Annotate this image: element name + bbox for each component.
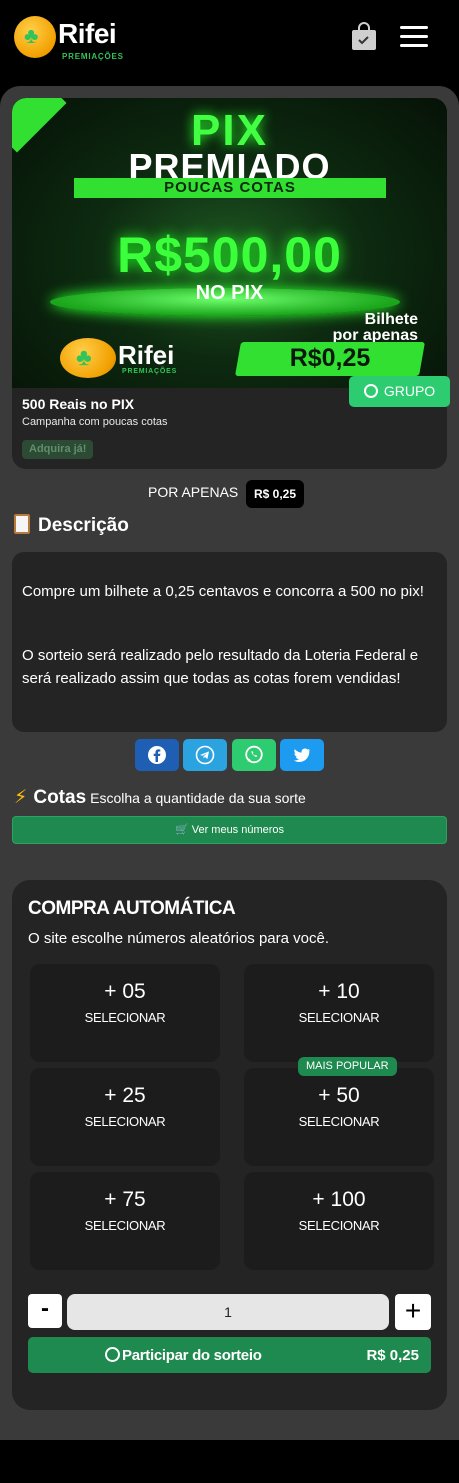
cotas-heading-text: Cotas [33,787,87,808]
price-badge: R$ 0,25 [246,480,305,508]
twitter-icon [293,748,310,762]
description-heading-text: Descrição [38,515,129,536]
option-select-label: SELECIONAR [298,1114,380,1129]
banner-bilhete: Bilhete por apenas [278,312,418,344]
cart-icon: 🛒 [174,824,189,836]
option-amount: + 25 [104,1084,146,1107]
cotas-subtitle: Escolha a quantidade da sua sorte [90,790,306,806]
view-my-numbers-label: Ver meus números [191,824,285,836]
logo[interactable]: ♣ Rifei PREMIAÇÕES [14,14,124,70]
description-box: Compre um bilhete a 0,25 centavos e conc… [12,552,447,732]
logo-name: Rifei [58,18,117,49]
option-amount: + 100 [312,1188,366,1211]
description-paragraph-2: O sorteio será realizado pelo resultado … [22,647,419,687]
price-label: POR APENAS [148,484,239,500]
option-select-label: SELECIONAR [84,1010,166,1025]
whatsapp-icon [245,745,263,764]
cotas-heading: ⚡ Cotas Escolha a quantidade da sua sorte [14,786,306,809]
grupo-label: GRUPO [383,383,436,399]
banner-poucas-cotas: POUCAS COTAS [74,178,386,198]
option-select-label: SELECIONAR [84,1114,166,1129]
share-facebook-button[interactable] [135,739,179,771]
campaign-title: 500 Reais no PIX [22,396,135,412]
campaign-card[interactable]: PIX PREMIADO POUCAS COTAS R$500,00 NO PI… [12,98,447,469]
share-telegram-button[interactable] [183,739,227,771]
auto-purchase-panel: COMPRA AUTOMÁTICA O site escolhe números… [12,880,447,1410]
quantity-option-05[interactable]: + 05 SELECIONAR [30,964,220,1062]
whatsapp-group-button[interactable]: GRUPO [349,376,450,407]
auto-purchase-title: COMPRA AUTOMÁTICA [28,898,236,919]
banner-logo-subtitle: PREMIAÇÕES [122,368,178,375]
quantity-option-10[interactable]: + 10 SELECIONAR [244,964,434,1062]
option-amount: + 05 [104,980,146,1003]
quantity-input[interactable] [67,1294,389,1330]
quantity-option-100[interactable]: + 100 SELECIONAR [244,1172,434,1270]
campaign-status-badge: Adquira já! [22,440,94,459]
banner-clover-coin-icon: ♣ [60,338,116,378]
participate-button[interactable]: Participar do sorteio R$ 0,25 [28,1337,431,1373]
description-heading: Descrição [14,514,129,537]
campaign-banner[interactable]: PIX PREMIADO POUCAS COTAS R$500,00 NO PI… [12,98,447,388]
quantity-option-25[interactable]: + 25 SELECIONAR [30,1068,220,1166]
share-whatsapp-button[interactable] [232,739,276,771]
lightning-icon: ⚡ [14,787,28,808]
header: ♣ Rifei PREMIAÇÕES [0,0,459,86]
banner-no-pix: NO PIX [195,282,264,304]
campaign-subtitle: Campanha com poucas cotas [22,416,168,428]
quantity-option-75[interactable]: + 75 SELECIONAR [30,1172,220,1270]
share-twitter-button[interactable] [280,739,324,771]
main-content: PIX PREMIADO POUCAS COTAS R$500,00 NO PI… [0,86,459,1440]
most-popular-badge: MAIS POPULAR [298,1057,397,1076]
quantity-plus-button[interactable]: + [395,1294,431,1330]
shopping-bag-check-icon[interactable] [350,22,378,50]
option-amount: + 10 [318,980,360,1003]
view-my-numbers-button[interactable]: 🛒 Ver meus números [12,816,447,844]
option-amount: + 50 [318,1084,360,1107]
clipboard-icon [14,514,30,534]
option-select-label: SELECIONAR [84,1218,166,1233]
banner-prize-value: R$500,00 [117,227,342,283]
check-circle-icon [105,1347,120,1362]
participate-label: Participar do sorteio [122,1347,262,1364]
quantity-minus-button[interactable]: - [28,1294,62,1328]
logo-subtitle: PREMIAÇÕES [62,52,124,61]
banner-bilhete-line1: Bilhete [364,311,418,328]
option-select-label: SELECIONAR [298,1218,380,1233]
clover-coin-icon: ♣ [14,16,56,58]
option-amount: + 75 [104,1188,146,1211]
quantity-option-50[interactable]: + 50 SELECIONAR [244,1068,434,1166]
facebook-icon [148,746,166,764]
participate-total: R$ 0,25 [366,1347,419,1364]
option-select-label: SELECIONAR [298,1010,380,1025]
description-paragraph-1: Compre um bilhete a 0,25 centavos e conc… [22,583,424,600]
banner-price: R$0,25 [289,344,371,372]
auto-purchase-subtitle: O site escolhe números aleatórios para v… [28,930,329,947]
hamburger-menu-icon[interactable] [400,26,428,48]
whatsapp-icon [363,384,378,398]
telegram-icon [195,745,215,765]
banner-logo-name: Rifei [118,340,175,370]
